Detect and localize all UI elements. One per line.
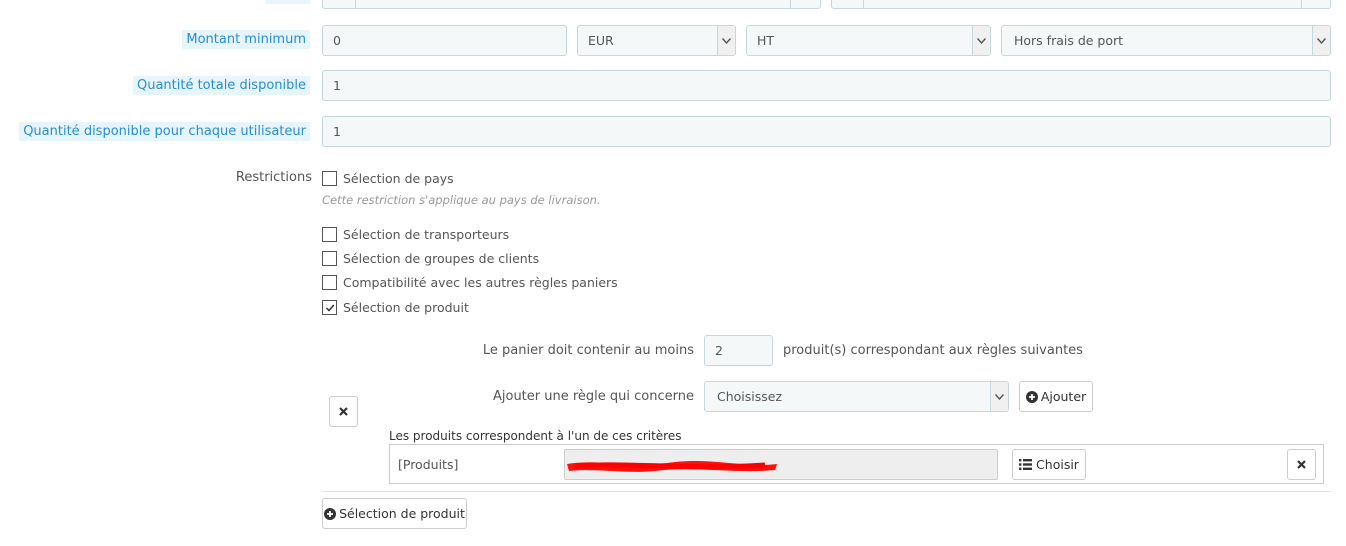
min-products-suffix: produit(s) correspondant aux règles suiv… xyxy=(783,343,1083,358)
amount-label: Montant minimum xyxy=(182,30,310,49)
per-user-quantity-label: Quantité disponible pour chaque utilisat… xyxy=(19,122,310,141)
add-rule-button-label: Ajouter xyxy=(1040,389,1087,404)
choose-button-label: Choisir xyxy=(1036,457,1079,472)
tax-select[interactable]: HT xyxy=(746,25,991,56)
chevron-down-icon xyxy=(717,26,735,55)
chevron-down-icon xyxy=(972,26,990,55)
compatibility-option-label: Compatibilité avec les autres règles pan… xyxy=(343,275,618,290)
compatibility-checkbox[interactable] xyxy=(322,275,337,290)
add-rule-select[interactable]: Choisissez xyxy=(704,381,1009,412)
min-products-input[interactable]: 2 xyxy=(704,335,773,366)
list-icon xyxy=(1019,459,1033,470)
top-label-highlight xyxy=(266,0,310,4)
tax-value: HT xyxy=(757,33,775,48)
group-title: Les produits correspondent à l'un de ces… xyxy=(389,429,682,443)
customer-groups-checkbox[interactable] xyxy=(322,251,337,266)
carriers-checkbox[interactable] xyxy=(322,227,337,242)
add-rule-select-value: Choisissez xyxy=(717,389,783,404)
restriction-country[interactable]: Sélection de pays xyxy=(322,171,454,186)
rule-type: [Produits] xyxy=(398,457,459,472)
chevron-down-icon xyxy=(990,382,1008,411)
amount-input[interactable]: 0 xyxy=(322,25,567,56)
shipping-value: Hors frais de port xyxy=(1014,33,1124,48)
currency-value: EUR xyxy=(588,33,614,48)
restriction-product[interactable]: Sélection de produit xyxy=(322,300,469,315)
customer-groups-option-label: Sélection de groupes de clients xyxy=(343,251,540,266)
amount-value: 0 xyxy=(333,33,341,48)
total-quantity-value: 1 xyxy=(333,78,341,93)
add-rule-button[interactable]: Ajouter xyxy=(1019,381,1093,412)
per-user-quantity-input[interactable]: 1 xyxy=(322,116,1331,147)
total-quantity-label-text: Quantité totale disponible xyxy=(132,76,310,95)
plus-circle-icon xyxy=(1025,390,1038,403)
restriction-carriers[interactable]: Sélection de transporteurs xyxy=(322,227,509,242)
total-quantity-label: Quantité totale disponible xyxy=(132,76,310,95)
delete-rule-button[interactable] xyxy=(1287,449,1316,480)
chevron-down-icon xyxy=(1312,26,1330,55)
country-option-label: Sélection de pays xyxy=(343,171,454,186)
add-product-selection-label: Sélection de produit xyxy=(339,506,465,521)
amount-label-text: Montant minimum xyxy=(182,30,310,49)
rule-row: [Produits] Choisir xyxy=(389,444,1324,484)
top-field-2[interactable] xyxy=(831,0,1331,9)
delete-group-button[interactable] xyxy=(329,396,358,427)
country-checkbox[interactable] xyxy=(322,171,337,186)
top-row-partial xyxy=(0,0,1346,10)
check-icon xyxy=(325,304,334,312)
shipping-select[interactable]: Hors frais de port xyxy=(1001,25,1331,56)
close-icon xyxy=(1297,460,1306,469)
product-option-label: Sélection de produit xyxy=(343,300,469,315)
per-user-quantity-value: 1 xyxy=(333,124,341,139)
close-icon xyxy=(339,407,348,416)
rule-selected-items[interactable] xyxy=(564,449,998,480)
restriction-compatibility[interactable]: Compatibilité avec les autres règles pan… xyxy=(322,275,618,290)
min-products-label: Le panier doit contenir au moins xyxy=(482,343,694,358)
restriction-customer-groups[interactable]: Sélection de groupes de clients xyxy=(322,251,539,266)
restrictions-label: Restrictions xyxy=(235,170,312,185)
carriers-option-label: Sélection de transporteurs xyxy=(343,227,510,242)
plus-circle-icon xyxy=(324,507,337,520)
currency-select[interactable]: EUR xyxy=(577,25,736,56)
add-product-selection-button[interactable]: Sélection de produit xyxy=(322,498,467,529)
country-help-text: Cette restriction s'applique au pays de … xyxy=(322,193,601,207)
total-quantity-input[interactable]: 1 xyxy=(322,70,1331,101)
product-checkbox[interactable] xyxy=(322,300,337,315)
choose-button[interactable]: Choisir xyxy=(1012,449,1086,480)
top-field-1[interactable] xyxy=(322,0,821,9)
min-products-value: 2 xyxy=(715,343,723,358)
per-user-quantity-label-text: Quantité disponible pour chaque utilisat… xyxy=(19,122,310,141)
panel-divider xyxy=(322,491,1331,492)
add-rule-label: Ajouter une règle qui concerne xyxy=(492,389,694,404)
redaction-mark xyxy=(567,461,777,472)
